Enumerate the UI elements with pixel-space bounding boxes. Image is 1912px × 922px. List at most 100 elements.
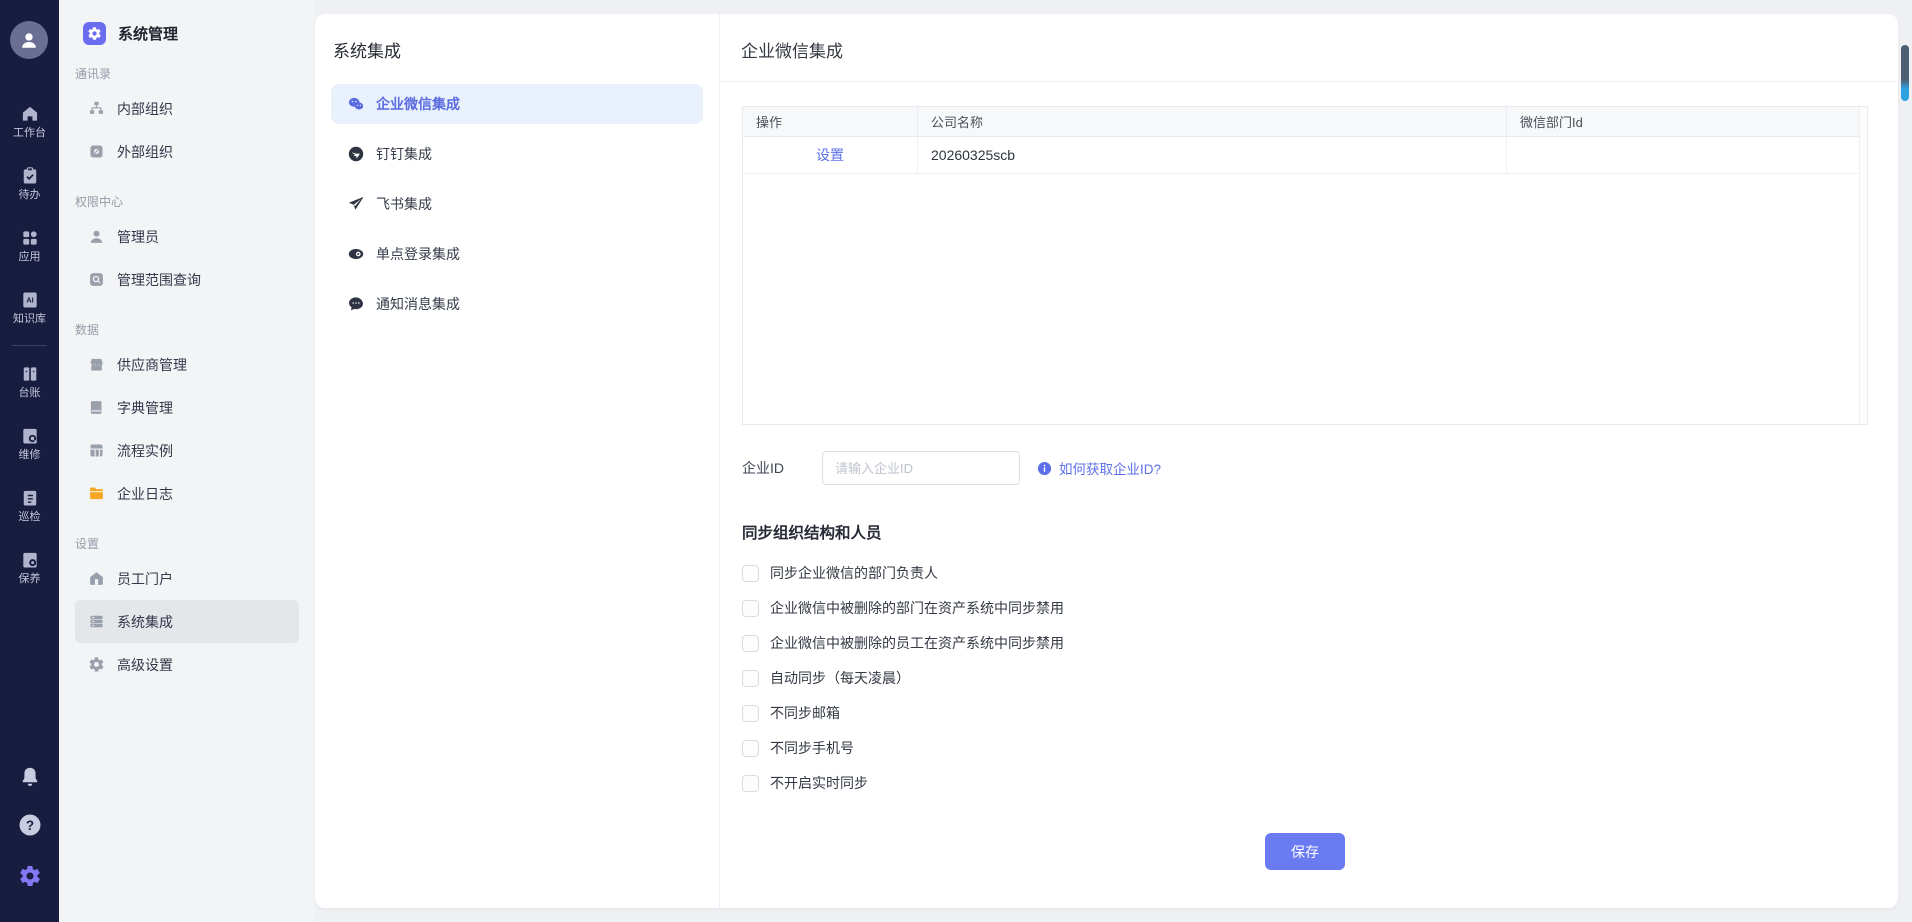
nav-item-dingtalk[interactable]: 钉钉集成	[331, 134, 703, 174]
checkbox[interactable]	[742, 705, 759, 722]
checkbox[interactable]	[742, 565, 759, 582]
inspection-icon	[20, 488, 40, 508]
wechat-dept-id-cell	[1507, 137, 1867, 173]
nav-item-wechat-work[interactable]: 企业微信集成	[331, 84, 703, 124]
checkbox-row-auto-sync[interactable]: 自动同步（每天凌晨）	[742, 668, 1868, 688]
settings-sidebar: 系统管理 通讯录 内部组织 外部组织 权限中心 管理员 管理范围查询 数据 供应…	[59, 0, 315, 922]
checkbox-row-no-phone-sync[interactable]: 不同步手机号	[742, 738, 1868, 758]
section-label-contacts: 通讯录	[75, 65, 315, 83]
home-icon	[20, 104, 40, 124]
main-content: 企业微信集成 操作 公司名称 微信部门Id 设置 20260325scb 企业I…	[720, 14, 1898, 908]
sso-toggle-icon	[347, 245, 365, 263]
checkbox[interactable]	[742, 635, 759, 652]
checkbox-row-no-realtime-sync[interactable]: 不开启实时同步	[742, 773, 1868, 793]
sidebar-item-advanced-settings[interactable]: 高级设置	[75, 643, 299, 686]
section-label-settings: 设置	[75, 535, 315, 553]
checkbox-row-disable-deleted-depts[interactable]: 企业微信中被删除的部门在资产系统中同步禁用	[742, 598, 1868, 618]
svg-text:?: ?	[25, 818, 33, 833]
rail-divider	[12, 345, 47, 346]
checkbox-row-disable-deleted-employees[interactable]: 企业微信中被删除的员工在资产系统中同步禁用	[742, 633, 1868, 653]
sidebar-item-admins[interactable]: 管理员	[75, 215, 299, 258]
checkbox-label: 同步企业微信的部门负责人	[770, 563, 938, 583]
sidebar-item-scope-query[interactable]: 管理范围查询	[75, 258, 299, 301]
user-icon	[88, 228, 105, 245]
page-scrollbar-thumb[interactable]	[1901, 45, 1909, 101]
rail-item-knowledge[interactable]: AI 知识库	[0, 290, 59, 325]
checkbox[interactable]	[742, 600, 759, 617]
avatar[interactable]	[10, 21, 48, 59]
integration-nav-list: 企业微信集成 钉钉集成 飞书集成 单点登录集成 通知消息集成	[315, 84, 719, 324]
sidebar-item-supplier-mgmt[interactable]: 供应商管理	[75, 343, 299, 386]
sidebar-item-label: 员工门户	[117, 569, 173, 589]
apps-grid-icon	[20, 228, 40, 248]
rail-item-label: 工作台	[13, 127, 46, 139]
sidebar-item-label: 系统集成	[117, 612, 173, 632]
maintenance-icon	[20, 550, 40, 570]
rail-item-apps[interactable]: 应用	[0, 228, 59, 263]
help-icon: ?	[18, 813, 42, 837]
wechat-icon	[347, 95, 365, 113]
sidebar-item-label: 高级设置	[117, 655, 173, 675]
sidebar-item-dictionary-mgmt[interactable]: 字典管理	[75, 386, 299, 429]
server-stack-icon	[88, 613, 105, 630]
nav-item-notifications[interactable]: 通知消息集成	[331, 284, 703, 324]
corp-id-input[interactable]	[822, 451, 1020, 485]
dingtalk-icon	[347, 145, 365, 163]
table-grid-icon	[88, 442, 105, 459]
save-row: 保存	[742, 833, 1868, 870]
rail-item-inspection[interactable]: 巡检	[0, 488, 59, 523]
checkbox-row-sync-dept-leader[interactable]: 同步企业微信的部门负责人	[742, 563, 1868, 583]
rail-item-todo[interactable]: 待办	[0, 166, 59, 201]
how-to-get-corp-id-link[interactable]: 如何获取企业ID?	[1059, 458, 1161, 478]
nav-item-sso[interactable]: 单点登录集成	[331, 234, 703, 274]
home-icon	[88, 570, 105, 587]
sidebar-item-label: 外部组织	[117, 142, 173, 162]
external-link-icon	[88, 143, 105, 160]
rail-item-label: 应用	[19, 251, 41, 263]
message-bubble-icon	[347, 295, 365, 313]
company-cell: 20260325scb	[918, 137, 1507, 173]
notifications-button[interactable]	[0, 765, 59, 789]
save-button[interactable]: 保存	[1265, 833, 1345, 870]
column-header-company: 公司名称	[918, 107, 1507, 136]
sidebar-item-employee-portal[interactable]: 员工门户	[75, 557, 299, 600]
app-rail: 工作台 待办 应用 AI 知识库 台账 维修 巡检 保养 ?	[0, 0, 59, 922]
nav-item-label: 单点登录集成	[376, 244, 460, 264]
nav-item-label: 钉钉集成	[376, 144, 432, 164]
sidebar-item-enterprise-logs[interactable]: 企业日志	[75, 472, 299, 515]
checkbox-label: 企业微信中被删除的部门在资产系统中同步禁用	[770, 598, 1064, 618]
nav-item-feishu[interactable]: 飞书集成	[331, 184, 703, 224]
help-button[interactable]: ?	[0, 813, 59, 837]
sidebar-item-internal-org[interactable]: 内部组织	[75, 87, 299, 130]
nav-item-label: 企业微信集成	[376, 94, 460, 114]
column-header-action: 操作	[743, 107, 918, 136]
checkbox-label: 不同步邮箱	[770, 703, 840, 723]
table-header-row: 操作 公司名称 微信部门Id	[743, 107, 1867, 137]
rail-settings-button[interactable]	[0, 864, 59, 888]
corp-id-help: 如何获取企业ID?	[1037, 458, 1161, 478]
sidebar-item-label: 流程实例	[117, 441, 173, 461]
rail-item-ledger[interactable]: 台账	[0, 364, 59, 399]
nav-item-label: 飞书集成	[376, 194, 432, 214]
checkbox[interactable]	[742, 775, 759, 792]
table-scrollbar-gutter[interactable]	[1859, 107, 1867, 424]
rail-item-workbench[interactable]: 工作台	[0, 104, 59, 139]
nav-item-label: 通知消息集成	[376, 294, 460, 314]
ledger-cabinet-icon	[20, 364, 40, 384]
sidebar-item-external-org[interactable]: 外部组织	[75, 130, 299, 173]
sidebar-item-system-integration[interactable]: 系统集成	[75, 600, 299, 643]
sidebar-item-label: 管理员	[117, 227, 159, 247]
checkbox-row-no-email-sync[interactable]: 不同步邮箱	[742, 703, 1868, 723]
sync-options-list: 同步企业微信的部门负责人 企业微信中被删除的部门在资产系统中同步禁用 企业微信中…	[742, 563, 1868, 793]
rail-item-repair[interactable]: 维修	[0, 426, 59, 461]
system-management-app-icon	[83, 22, 106, 45]
row-settings-link[interactable]: 设置	[816, 145, 844, 165]
gear-icon	[88, 656, 105, 673]
rail-item-maintenance[interactable]: 保养	[0, 550, 59, 585]
rail-item-label: 维修	[19, 449, 41, 461]
checkbox[interactable]	[742, 670, 759, 687]
sidebar-item-label: 管理范围查询	[117, 270, 201, 290]
sidebar-item-process-instances[interactable]: 流程实例	[75, 429, 299, 472]
checkbox[interactable]	[742, 740, 759, 757]
sidebar-title: 系统管理	[118, 23, 178, 44]
